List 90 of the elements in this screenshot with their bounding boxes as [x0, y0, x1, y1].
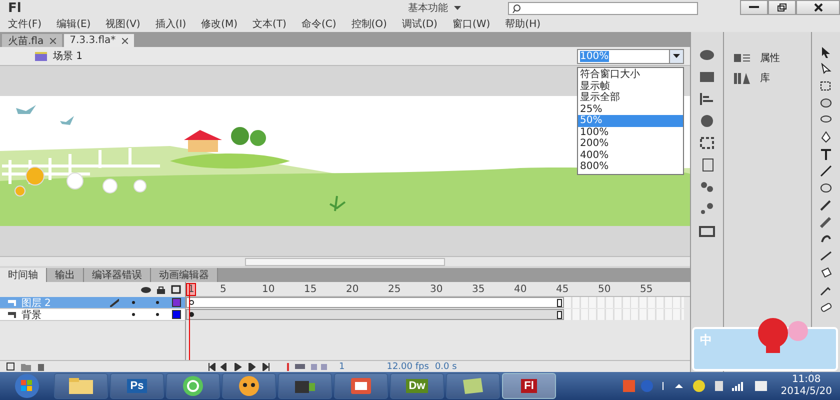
notes-icon	[461, 376, 485, 396]
taskbar-app[interactable]: Fl	[502, 373, 556, 399]
outline-icon[interactable]	[171, 285, 181, 294]
brush-icon[interactable]	[819, 216, 833, 228]
panel-tab[interactable]: 编译器错误	[84, 268, 151, 282]
document-tab[interactable]: 火苗.fla	[2, 34, 62, 47]
app-label: Fl	[521, 379, 537, 393]
menu-item[interactable]: 窗口(W)	[452, 17, 490, 31]
lock-icon[interactable]	[157, 286, 165, 294]
menu-item[interactable]: 命令(C)	[301, 17, 336, 31]
close-icon[interactable]	[50, 38, 56, 44]
new-layer-icon[interactable]	[6, 362, 15, 371]
menu-item[interactable]: 视图(V)	[106, 17, 140, 31]
minimize-button[interactable]	[740, 0, 768, 15]
frame-rate-text: 12.00 fps	[386, 362, 429, 372]
taskbar-app[interactable]	[278, 373, 332, 399]
app-label: Dw	[406, 379, 428, 393]
frame-number: 40	[514, 284, 527, 294]
text-icon[interactable]	[819, 148, 833, 160]
slides-icon	[349, 376, 373, 396]
frame-number: 35	[472, 284, 485, 294]
frame-number: 5	[220, 284, 226, 294]
pencil-icon	[110, 298, 120, 306]
frame-number: 15	[304, 284, 317, 294]
close-icon[interactable]	[122, 38, 128, 44]
clock-date: 2014/5/20	[780, 386, 832, 398]
menu-item[interactable]: 文件(F)	[8, 17, 42, 31]
frame-number: 50	[598, 284, 611, 294]
taskbar-app[interactable]	[446, 373, 500, 399]
close-button[interactable]	[796, 0, 840, 15]
menu-item[interactable]: 编辑(E)	[56, 17, 91, 31]
clock-time: 11:08	[792, 374, 821, 386]
panel-item[interactable]: 库	[724, 68, 811, 88]
minimize-icon	[749, 6, 759, 9]
dropdown-arrow-button[interactable]	[669, 50, 683, 62]
layer-row[interactable]: 背景	[0, 309, 186, 321]
restore-icon	[777, 3, 787, 12]
frame-number: 55	[640, 284, 653, 294]
clapperboard-icon	[34, 51, 48, 61]
frame-number: 20	[346, 284, 359, 294]
sphere-icon[interactable]	[819, 97, 833, 109]
search-icon	[512, 4, 521, 12]
panel-item[interactable]: 属性	[724, 48, 811, 68]
close-icon	[814, 3, 822, 12]
transform-icon[interactable]	[819, 80, 833, 92]
taskbar-app[interactable]	[166, 373, 220, 399]
scrollbar-thumb[interactable]	[245, 258, 445, 266]
restore-button[interactable]	[768, 0, 796, 15]
panel-tab[interactable]: 动画编辑器	[151, 268, 218, 282]
eye-icon[interactable]	[141, 286, 151, 292]
caret-icon	[673, 54, 680, 58]
properties-icon	[734, 52, 750, 64]
panel-tab[interactable]: 输出	[47, 268, 84, 282]
frame-number: 30	[430, 284, 443, 294]
menu-item[interactable]: 控制(O)	[351, 17, 387, 31]
folder-icon	[68, 377, 94, 395]
books-icon	[734, 72, 750, 84]
taskbar-app[interactable]: Dw	[390, 373, 444, 399]
pen-icon[interactable]	[819, 131, 833, 143]
workspace-dropdown[interactable]: 基本功能	[408, 1, 508, 15]
line-icon[interactable]	[819, 165, 833, 177]
menu-item[interactable]: 修改(M)	[201, 17, 238, 31]
menu-item[interactable]: 调试(D)	[402, 17, 438, 31]
taskbar-app[interactable]	[334, 373, 388, 399]
menu-item[interactable]: 帮助(H)	[505, 17, 540, 31]
taskbar-app[interactable]: Ps	[110, 373, 164, 399]
globe-icon	[182, 375, 204, 397]
panel-tab[interactable]: 时间轴	[0, 268, 47, 282]
window-icon[interactable]	[699, 224, 715, 238]
taskbar-app[interactable]	[222, 373, 276, 399]
frame-number: 10	[262, 284, 275, 294]
elapsed-time-text: 0.0 s	[434, 362, 457, 372]
subselection-icon[interactable]	[819, 63, 833, 75]
taskbar-app[interactable]	[54, 373, 108, 399]
trash-icon[interactable]	[37, 362, 45, 371]
document-tab[interactable]: 7.3.3.fla*	[64, 34, 134, 47]
align-icon[interactable]	[699, 92, 715, 106]
app-logo: Fl	[8, 0, 22, 16]
transform-icon[interactable]	[699, 136, 715, 150]
menu-item[interactable]: 文本(T)	[252, 17, 286, 31]
search-field[interactable]	[508, 2, 698, 14]
frame-number: 45	[556, 284, 569, 294]
smiley-icon	[238, 375, 260, 397]
frame-number: 25	[388, 284, 401, 294]
current-frame-text: 1	[339, 362, 345, 372]
pencil-icon[interactable]	[819, 199, 833, 211]
scene-label: 场景 1	[53, 50, 83, 63]
app-label: Ps	[127, 379, 147, 393]
menu-item[interactable]: 插入(I)	[155, 17, 186, 31]
oval-icon[interactable]	[819, 182, 833, 194]
